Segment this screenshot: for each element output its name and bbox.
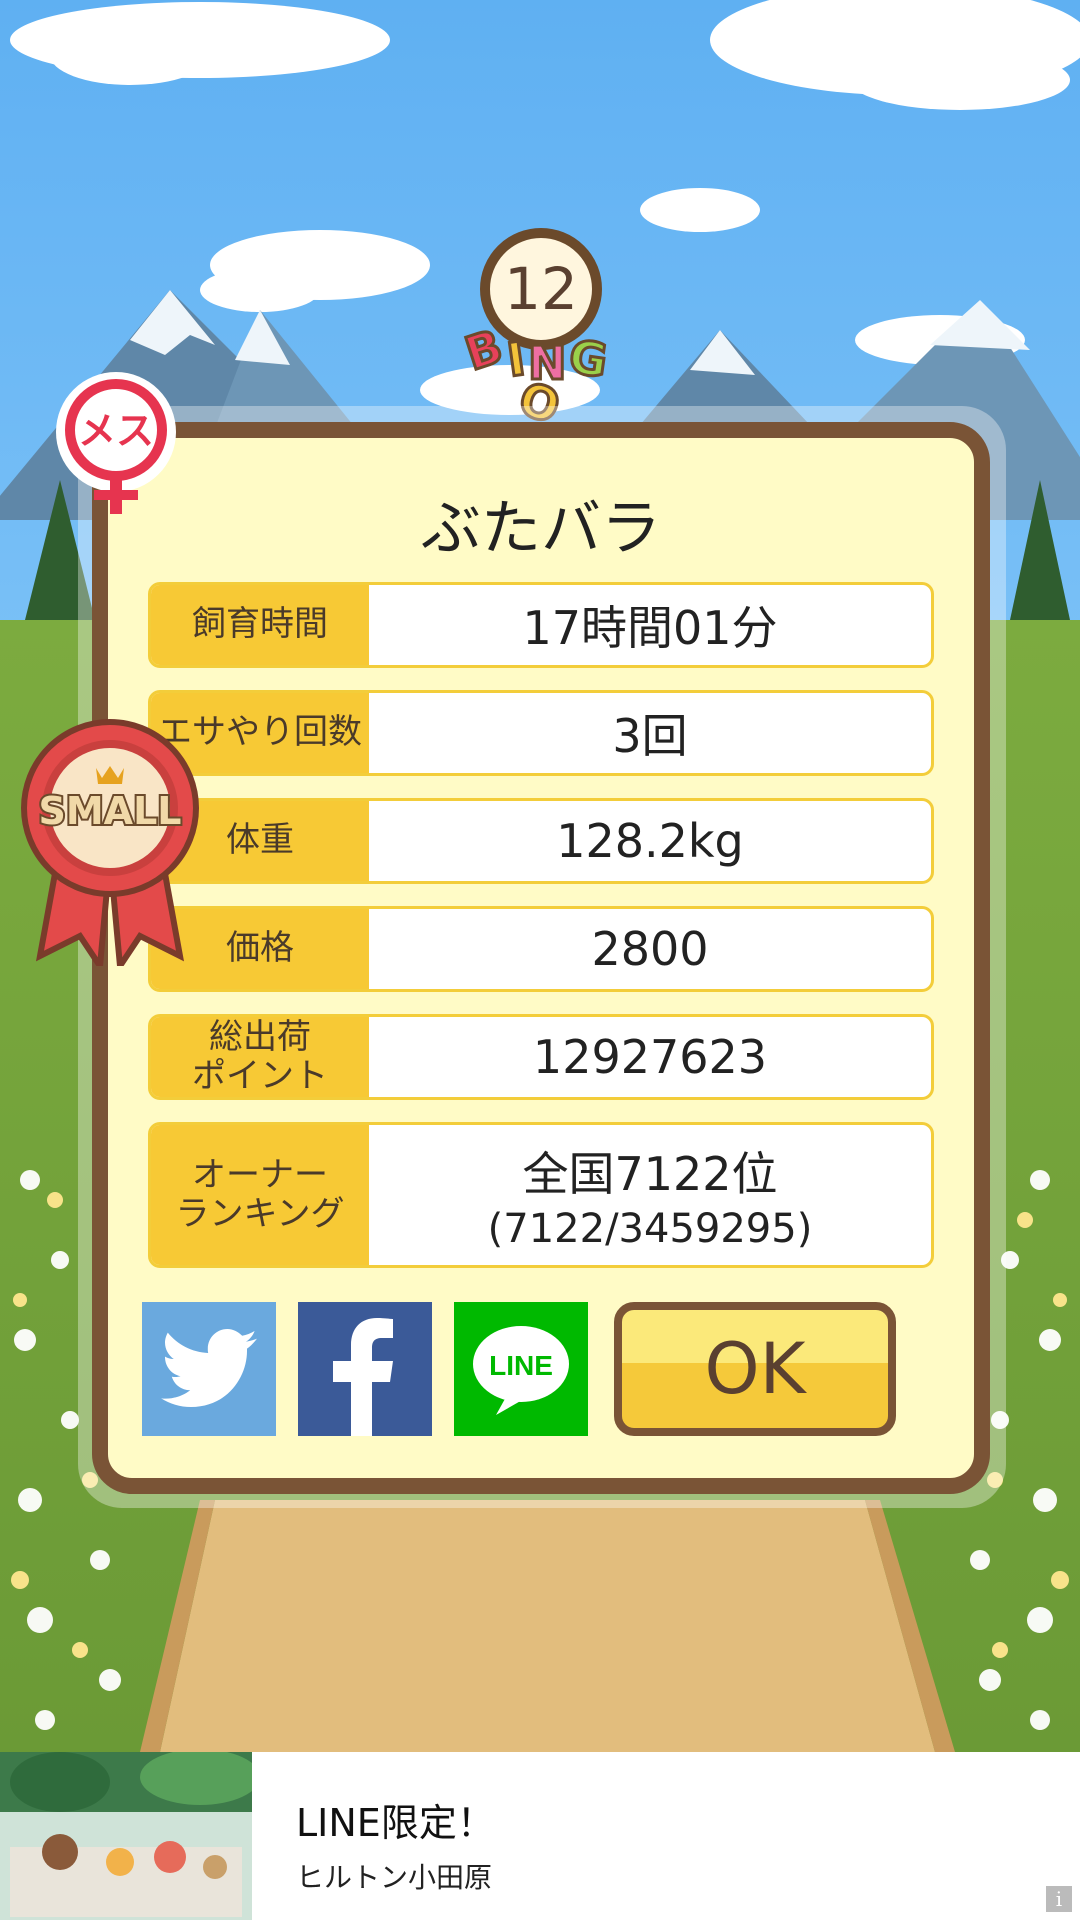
twitter-share-button[interactable]: [142, 1302, 276, 1436]
line-icon-text: LINE: [489, 1350, 553, 1381]
facebook-f-icon: [333, 1318, 393, 1436]
ad-title[interactable]: LINE限定！: [296, 1792, 495, 1847]
female-gender-badge: メス: [52, 372, 180, 522]
stat-label: 総出荷 ポイント: [151, 1017, 369, 1097]
gender-badge-text: メス: [78, 409, 154, 453]
ad-banner[interactable]: LINE限定！ ヒルトン小田原 i: [0, 1752, 1080, 1920]
stat-row: エサやり回数 3回: [148, 690, 934, 776]
bingo-badge: 12 BINGO: [450, 228, 630, 437]
stat-value: 2800: [591, 922, 709, 976]
facebook-share-button[interactable]: [298, 1302, 432, 1436]
stat-row: オーナー ランキング 全国7122位 (7122/3459295): [148, 1122, 934, 1268]
pig-name: ぶたバラ: [421, 494, 661, 564]
stat-value: 12927623: [532, 1030, 768, 1084]
stat-label: 飼育時間: [151, 585, 369, 665]
result-panel: ぶたバラ 飼育時間 17時間01分 エサやり回数 3回 体重 128.2kg 価…: [92, 422, 990, 1494]
stat-value: 128.2kg: [556, 814, 744, 868]
size-ribbon-badge: SMALL: [20, 716, 200, 975]
stat-value: 全国7122位 (7122/3459295): [369, 1125, 931, 1265]
bingo-letter: B: [457, 316, 514, 382]
stat-row: 価格 2800: [148, 906, 934, 992]
twitter-bird-icon: [161, 1329, 257, 1407]
ranking-detail: (7122/3459295): [487, 1206, 813, 1252]
ad-image[interactable]: [0, 1752, 252, 1920]
bingo-number: 12: [504, 255, 578, 323]
line-share-button[interactable]: LINE: [454, 1302, 588, 1436]
ribbon-text: SMALL: [38, 789, 181, 833]
bingo-letter: G: [565, 328, 617, 390]
ranking-value: 全国7122位: [522, 1147, 778, 1201]
ad-subtitle[interactable]: ヒルトン小田原: [296, 1856, 492, 1896]
stat-row: 体重 128.2kg: [148, 798, 934, 884]
stat-value: 3回: [612, 709, 688, 763]
ok-button[interactable]: OK: [614, 1302, 896, 1436]
line-bubble-icon: LINE: [473, 1326, 569, 1415]
stat-row: 飼育時間 17時間01分: [148, 582, 934, 668]
stat-label: オーナー ランキング: [151, 1125, 369, 1265]
ad-info-icon[interactable]: i: [1046, 1886, 1072, 1912]
stat-row: 総出荷 ポイント 12927623: [148, 1014, 934, 1100]
stat-value: 17時間01分: [522, 601, 778, 655]
